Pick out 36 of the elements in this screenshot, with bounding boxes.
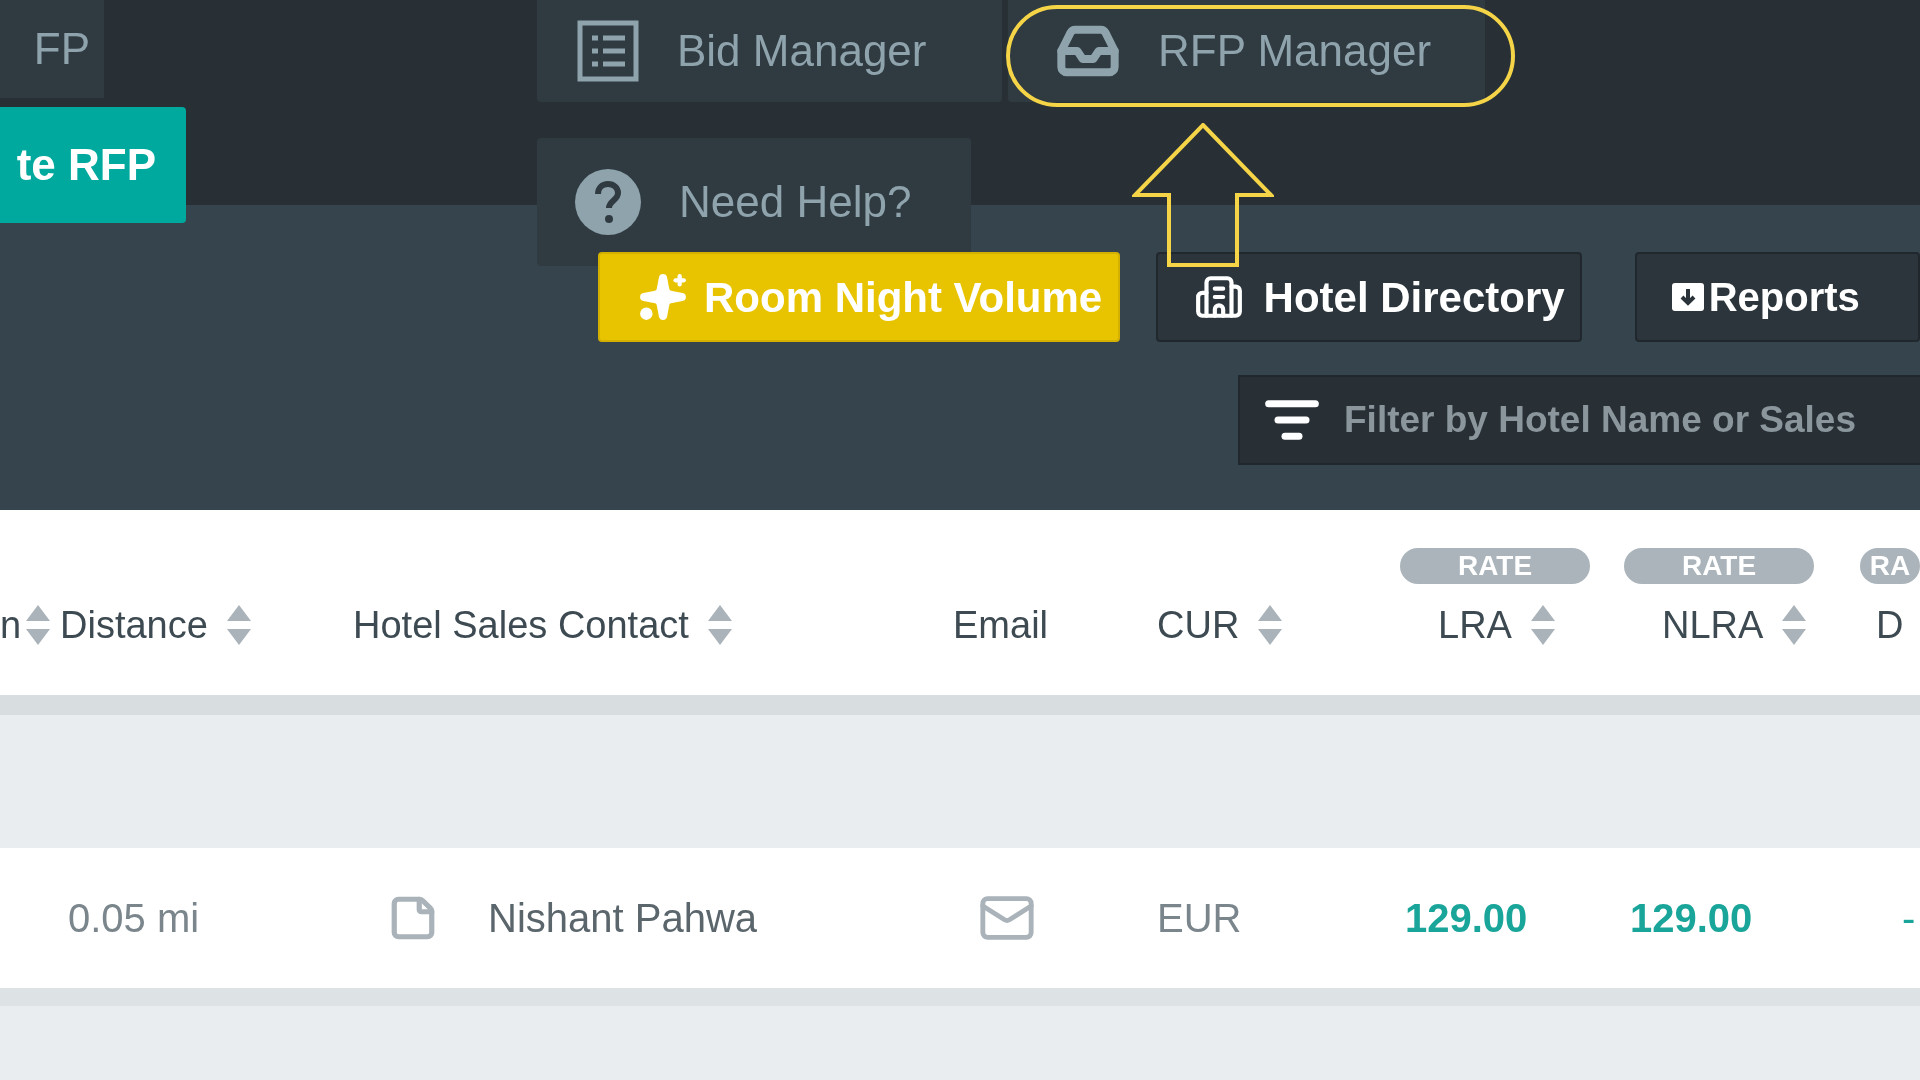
download-icon (1670, 280, 1705, 314)
rate-value: 129.00 (1405, 896, 1528, 940)
column-header[interactable]: Hotel Sales Contact (353, 590, 733, 660)
list-icon (577, 20, 639, 82)
help-link[interactable]: Need Help? (537, 138, 971, 266)
table-cell: EUR (1157, 896, 1242, 940)
column-header[interactable]: Email (953, 590, 1049, 660)
rate-badge: RATE (1624, 548, 1814, 584)
help-icon (575, 169, 641, 235)
table-cell-text: Nishant Pahwa (488, 895, 758, 942)
sort-icon[interactable] (225, 603, 252, 647)
sort-icon[interactable] (706, 603, 733, 647)
table-row[interactable]: 0.05 mi Nishant Pahwa EUR 129.00 129.00 - (0, 848, 1920, 988)
column-header[interactable]: D (1876, 590, 1904, 660)
sort-icon[interactable] (1529, 603, 1556, 647)
rate-badge: RA (1860, 548, 1920, 584)
column-header[interactable]: CUR (1157, 590, 1284, 660)
nav-tab[interactable]: FP (0, 0, 104, 98)
filter-bar[interactable]: Filter by Hotel Name or Sales (1238, 375, 1920, 465)
sort-icon[interactable] (1257, 603, 1284, 647)
filter-field[interactable]: Filter by Hotel Name or Sales (1344, 392, 1920, 448)
column-header[interactable]: NLRA (1662, 590, 1808, 660)
column-header[interactable]: LRA (1438, 590, 1556, 660)
column-header[interactable]: n (0, 590, 52, 660)
column-header[interactable]: Distance (60, 590, 252, 660)
toolbar-button[interactable]: Hotel Directory (1155, 252, 1582, 342)
table-cell: - (1902, 896, 1916, 940)
rate-badge: RATE (1400, 548, 1590, 584)
nav-tab[interactable]: Bid Manager (537, 0, 1002, 102)
toolbar-button[interactable]: Reports (1634, 252, 1920, 342)
table-cell: 0.05 mi (68, 896, 200, 940)
nav-tab[interactable]: RFP Manager (1008, 0, 1485, 102)
sparkles-icon (638, 272, 688, 322)
sort-icon[interactable] (1781, 603, 1808, 647)
rate-value: 129.00 (1630, 896, 1753, 940)
sort-icon[interactable] (25, 603, 52, 647)
